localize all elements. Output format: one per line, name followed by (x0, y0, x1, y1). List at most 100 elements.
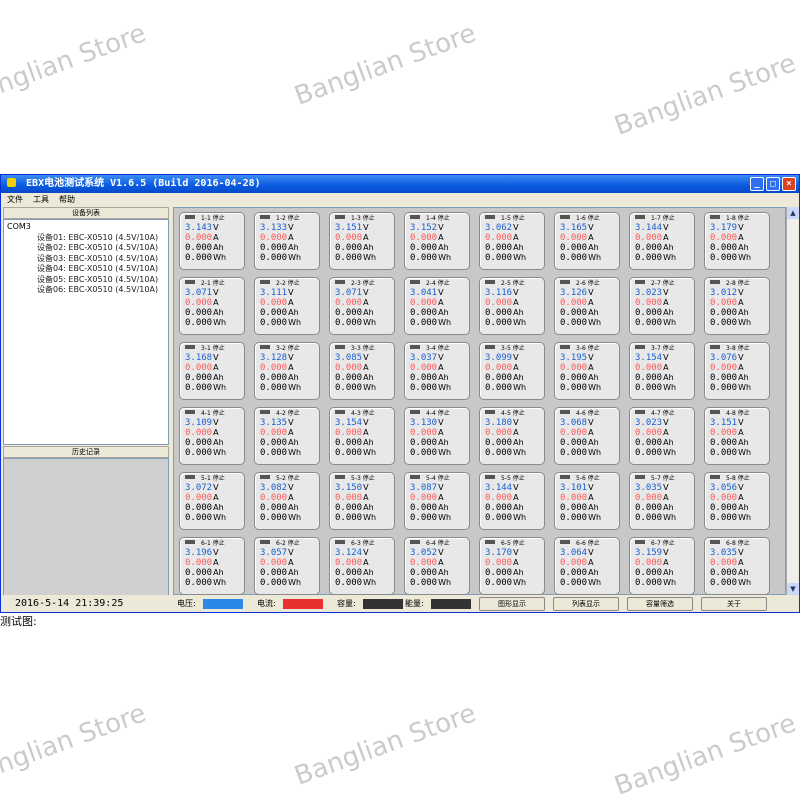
channel-cell[interactable]: 4-7 停止 3.023V 0.000A 0.000Ah 0.000Wh (629, 407, 695, 465)
channel-status: 停止 (512, 345, 525, 352)
channel-cell[interactable]: 6-1 停止 3.196V 0.000A 0.000Ah 0.000Wh (179, 537, 245, 595)
channel-cell[interactable]: 2-3 停止 3.071V 0.000A 0.000Ah 0.000Wh (329, 277, 395, 335)
channel-energy: 0.000Wh (710, 383, 752, 393)
channel-cell[interactable]: 6-6 停止 3.064V 0.000A 0.000Ah 0.000Wh (554, 537, 620, 595)
channel-id: 1-1 (201, 215, 211, 222)
channel-capacity: 0.000Ah (485, 308, 524, 318)
channel-cell[interactable]: 5-1 停止 3.072V 0.000A 0.000Ah 0.000Wh (179, 472, 245, 530)
channel-cell[interactable]: 4-8 停止 3.151V 0.000A 0.000Ah 0.000Wh (704, 407, 770, 465)
channel-id: 2-4 (426, 280, 436, 287)
channel-cell[interactable]: 6-5 停止 3.170V 0.000A 0.000Ah 0.000Wh (479, 537, 545, 595)
status-led-icon (710, 475, 720, 479)
capacity-filter-button[interactable]: 容量筛选 (627, 597, 693, 611)
channel-cell[interactable]: 3-6 停止 3.195V 0.000A 0.000Ah 0.000Wh (554, 342, 620, 400)
channel-cell[interactable]: 1-7 停止 3.144V 0.000A 0.000Ah 0.000Wh (629, 212, 695, 270)
channel-cell[interactable]: 3-1 停止 3.168V 0.000A 0.000Ah 0.000Wh (179, 342, 245, 400)
about-button[interactable]: 关于 (701, 597, 767, 611)
channel-current: 0.000A (335, 363, 369, 373)
channel-energy: 0.000Wh (710, 318, 752, 328)
channel-cell[interactable]: 4-5 停止 3.180V 0.000A 0.000Ah 0.000Wh (479, 407, 545, 465)
tree-device-1[interactable]: 设备01: EBC-X0510 (4.5V/10A) (7, 233, 165, 244)
tree-port[interactable]: COM3 (7, 222, 165, 233)
channel-cell[interactable]: 1-4 停止 3.152V 0.000A 0.000Ah 0.000Wh (404, 212, 470, 270)
channel-cell[interactable]: 5-3 停止 3.150V 0.000A 0.000Ah 0.000Wh (329, 472, 395, 530)
channel-cell[interactable]: 5-7 停止 3.035V 0.000A 0.000Ah 0.000Wh (629, 472, 695, 530)
close-button[interactable]: × (782, 177, 796, 191)
channel-id: 6-4 (426, 540, 436, 547)
channel-cell[interactable]: 3-4 停止 3.037V 0.000A 0.000Ah 0.000Wh (404, 342, 470, 400)
channel-cell[interactable]: 2-7 停止 3.023V 0.000A 0.000Ah 0.000Wh (629, 277, 695, 335)
channel-status: 停止 (512, 280, 525, 287)
title-bar[interactable]: EBX电池测试系统 V1.6.5 (Build 2016-04-28) _ □ … (1, 175, 799, 193)
channel-cell[interactable]: 3-8 停止 3.076V 0.000A 0.000Ah 0.000Wh (704, 342, 770, 400)
tree-device-6[interactable]: 设备06: EBC-X0510 (4.5V/10A) (7, 285, 165, 296)
channel-cell[interactable]: 3-7 停止 3.154V 0.000A 0.000Ah 0.000Wh (629, 342, 695, 400)
channel-cell[interactable]: 5-8 停止 3.056V 0.000A 0.000Ah 0.000Wh (704, 472, 770, 530)
tree-device-2[interactable]: 设备02: EBC-X0510 (4.5V/10A) (7, 243, 165, 254)
channel-cell[interactable]: 1-8 停止 3.179V 0.000A 0.000Ah 0.000Wh (704, 212, 770, 270)
channel-cell[interactable]: 1-2 停止 3.133V 0.000A 0.000Ah 0.000Wh (254, 212, 320, 270)
channel-cell[interactable]: 1-1 停止 3.143V 0.000A 0.000Ah 0.000Wh (179, 212, 245, 270)
menu-file[interactable]: 文件 (7, 193, 23, 206)
graph-view-button[interactable]: 图形显示 (479, 597, 545, 611)
channel-cell[interactable]: 5-5 停止 3.144V 0.000A 0.000Ah 0.000Wh (479, 472, 545, 530)
channel-cell[interactable]: 4-6 停止 3.068V 0.000A 0.000Ah 0.000Wh (554, 407, 620, 465)
scroll-down-icon[interactable]: ▼ (787, 583, 799, 595)
channel-header: 6-2 停止 (260, 539, 319, 548)
channel-cell[interactable]: 6-3 停止 3.124V 0.000A 0.000Ah 0.000Wh (329, 537, 395, 595)
channel-cell[interactable]: 3-2 停止 3.128V 0.000A 0.000Ah 0.000Wh (254, 342, 320, 400)
channel-energy: 0.000Wh (560, 253, 602, 263)
channel-cell[interactable]: 4-1 停止 3.109V 0.000A 0.000Ah 0.000Wh (179, 407, 245, 465)
tree-device-4[interactable]: 设备04: EBC-X0510 (4.5V/10A) (7, 264, 165, 275)
channel-cell[interactable]: 1-6 停止 3.165V 0.000A 0.000Ah 0.000Wh (554, 212, 620, 270)
channel-cell[interactable]: 2-5 停止 3.116V 0.000A 0.000Ah 0.000Wh (479, 277, 545, 335)
channel-header: 6-8 停止 (710, 539, 769, 548)
channel-capacity: 0.000Ah (485, 568, 524, 578)
channel-current: 0.000A (485, 428, 519, 438)
channel-voltage: 3.041V (410, 288, 444, 298)
channel-cell[interactable]: 2-8 停止 3.012V 0.000A 0.000Ah 0.000Wh (704, 277, 770, 335)
list-view-button[interactable]: 列表显示 (553, 597, 619, 611)
channel-current: 0.000A (485, 298, 519, 308)
channel-voltage: 3.035V (710, 548, 744, 558)
channel-header: 6-7 停止 (635, 539, 694, 548)
channel-cell[interactable]: 3-3 停止 3.085V 0.000A 0.000Ah 0.000Wh (329, 342, 395, 400)
channel-cell[interactable]: 4-2 停止 3.135V 0.000A 0.000Ah 0.000Wh (254, 407, 320, 465)
channel-cell[interactable]: 2-1 停止 3.071V 0.000A 0.000Ah 0.000Wh (179, 277, 245, 335)
channel-cell[interactable]: 5-2 停止 3.082V 0.000A 0.000Ah 0.000Wh (254, 472, 320, 530)
channel-current: 0.000A (710, 233, 744, 243)
channel-cell[interactable]: 4-4 停止 3.130V 0.000A 0.000Ah 0.000Wh (404, 407, 470, 465)
channel-capacity: 0.000Ah (335, 243, 374, 253)
minimize-button[interactable]: _ (750, 177, 764, 191)
status-led-icon (260, 410, 270, 414)
channel-cell[interactable]: 2-4 停止 3.041V 0.000A 0.000Ah 0.000Wh (404, 277, 470, 335)
channel-cell[interactable]: 1-3 停止 3.151V 0.000A 0.000Ah 0.000Wh (329, 212, 395, 270)
menu-tools[interactable]: 工具 (33, 193, 49, 206)
channel-cell[interactable]: 6-8 停止 3.035V 0.000A 0.000Ah 0.000Wh (704, 537, 770, 595)
channel-cell[interactable]: 5-6 停止 3.101V 0.000A 0.000Ah 0.000Wh (554, 472, 620, 530)
channel-cell[interactable]: 6-7 停止 3.159V 0.000A 0.000Ah 0.000Wh (629, 537, 695, 595)
channel-cell[interactable]: 6-4 停止 3.052V 0.000A 0.000Ah 0.000Wh (404, 537, 470, 595)
status-led-icon (560, 280, 570, 284)
channel-cell[interactable]: 4-3 停止 3.154V 0.000A 0.000Ah 0.000Wh (329, 407, 395, 465)
status-led-icon (560, 540, 570, 544)
history-panel[interactable] (3, 458, 169, 598)
device-panel: 设备列表 COM3 设备01: EBC-X0510 (4.5V/10A) 设备0… (3, 207, 169, 628)
scroll-up-icon[interactable]: ▲ (787, 207, 799, 219)
status-led-icon (635, 540, 645, 544)
channel-cell[interactable]: 6-2 停止 3.057V 0.000A 0.000Ah 0.000Wh (254, 537, 320, 595)
channel-energy: 0.000Wh (335, 383, 377, 393)
grid-scrollbar[interactable]: ▲ ▼ (786, 207, 799, 595)
menu-help[interactable]: 帮助 (59, 193, 75, 206)
channel-cell[interactable]: 5-4 停止 3.087V 0.000A 0.000Ah 0.000Wh (404, 472, 470, 530)
maximize-button[interactable]: □ (766, 177, 780, 191)
channel-cell[interactable]: 2-2 停止 3.111V 0.000A 0.000Ah 0.000Wh (254, 277, 320, 335)
tree-device-5[interactable]: 设备05: EBC-X0510 (4.5V/10A) (7, 275, 165, 286)
device-tree[interactable]: COM3 设备01: EBC-X0510 (4.5V/10A) 设备02: EB… (3, 219, 169, 445)
channel-cell[interactable]: 2-6 停止 3.126V 0.000A 0.000Ah 0.000Wh (554, 277, 620, 335)
tree-device-3[interactable]: 设备03: EBC-X0510 (4.5V/10A) (7, 254, 165, 265)
channel-cell[interactable]: 3-5 停止 3.099V 0.000A 0.000Ah 0.000Wh (479, 342, 545, 400)
channel-current: 0.000A (185, 363, 219, 373)
channel-cell[interactable]: 1-5 停止 3.062V 0.000A 0.000Ah 0.000Wh (479, 212, 545, 270)
channel-capacity: 0.000Ah (335, 568, 374, 578)
